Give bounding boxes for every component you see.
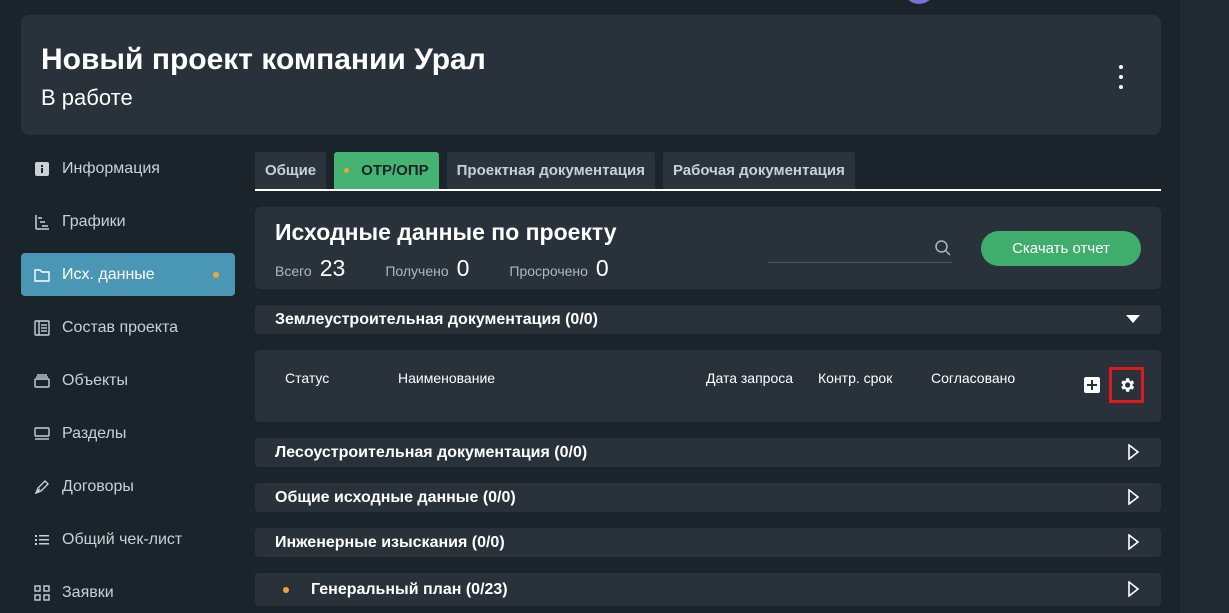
- plus-square-icon[interactable]: [1084, 377, 1100, 393]
- pen-icon: [34, 479, 50, 495]
- tab-project-docs[interactable]: Проектная документация: [446, 152, 655, 189]
- layers-icon: [34, 373, 50, 389]
- sidebar-item-label: Разделы: [62, 424, 127, 442]
- summary-title: Исходные данные по проекту: [275, 219, 617, 245]
- folder-icon: [34, 267, 50, 283]
- sidebar-item-objects[interactable]: Объекты: [21, 359, 235, 402]
- documents-table: Статус Наименование Дата запроса Контр. …: [255, 350, 1161, 422]
- caret-right-icon[interactable]: [1125, 580, 1141, 598]
- status-dot: [283, 586, 289, 593]
- section-land-docs[interactable]: Землеустроительная документация (0/0): [255, 305, 1161, 334]
- column-header-request-date: Дата запроса: [706, 370, 794, 386]
- info-icon: [34, 161, 50, 177]
- grid-icon: [34, 584, 50, 601]
- sidebar-item-label: Информация: [62, 159, 160, 177]
- column-header-status: Статус: [285, 370, 330, 386]
- section-title: Лесоустроительная документация (0/0): [275, 443, 588, 461]
- gear-icon[interactable]: [1109, 367, 1144, 403]
- stats-row: Всего 23 Получено 0 Просрочено 0: [275, 255, 649, 282]
- section-master-plan[interactable]: Генеральный план (0/23): [255, 573, 1161, 606]
- sidebar-item-label: Заявки: [62, 583, 114, 601]
- project-title: Новый проект компании Урал: [41, 43, 486, 76]
- sidebar-item-checklist[interactable]: Общий чек-лист: [21, 518, 235, 561]
- tab-working-docs[interactable]: Рабочая документация: [662, 152, 855, 189]
- tab-label: Общие: [265, 162, 317, 179]
- received-label: Получено: [385, 263, 449, 279]
- tab-general[interactable]: Общие: [255, 152, 327, 189]
- sidebar-item-label: Состав проекта: [62, 318, 179, 336]
- kebab-menu-icon[interactable]: [1113, 65, 1129, 89]
- sections-icon: [34, 426, 50, 442]
- sidebar-item-source-data[interactable]: Исх. данные: [21, 253, 235, 296]
- section-forest-docs[interactable]: Лесоустроительная документация (0/0): [255, 438, 1161, 467]
- caret-down-icon[interactable]: [1125, 311, 1141, 327]
- column-header-name: Наименование: [398, 370, 496, 386]
- caret-right-icon[interactable]: [1125, 488, 1141, 506]
- sidebar-item-label: Общий чек-лист: [62, 530, 183, 548]
- section-engineering-surveys[interactable]: Инженерные изыскания (0/0): [255, 528, 1161, 557]
- summary-card: Исходные данные по проекту Всего 23 Полу…: [255, 207, 1161, 289]
- sidebar-item-project-composition[interactable]: Состав проекта: [21, 306, 235, 349]
- tab-bar: Общие ОТР/ОПР Проектная документация Раб…: [255, 152, 1161, 191]
- section-general-source-data[interactable]: Общие исходные данные (0/0): [255, 483, 1161, 512]
- sidebar-item-label: Объекты: [62, 371, 128, 389]
- project-status: В работе: [41, 85, 133, 110]
- project-header: Новый проект компании Урал В работе: [21, 15, 1161, 135]
- download-report-button[interactable]: Скачать отчет: [981, 231, 1141, 266]
- right-panel-strip: [1180, 0, 1229, 613]
- tab-label: ОТР/ОПР: [361, 162, 429, 179]
- tab-label: Рабочая документация: [672, 162, 845, 179]
- section-title: Инженерные изыскания (0/0): [275, 533, 505, 551]
- sidebar-item-requests[interactable]: Заявки: [21, 571, 235, 613]
- received-value: 0: [456, 255, 470, 281]
- notification-dot: [213, 272, 219, 278]
- tab-dot: [344, 168, 350, 173]
- sidebar-item-label: Исх. данные: [62, 265, 155, 283]
- section-title: Землеустроительная документация (0/0): [275, 310, 598, 328]
- tab-otr-opr[interactable]: ОТР/ОПР: [334, 152, 439, 189]
- book-icon: [34, 319, 50, 336]
- section-title: Общие исходные данные (0/0): [275, 488, 516, 506]
- sidebar-item-info[interactable]: Информация: [21, 147, 235, 190]
- overdue-label: Просрочено: [509, 263, 588, 279]
- section-title: Генеральный план (0/23): [311, 580, 508, 598]
- sidebar-item-sections[interactable]: Разделы: [21, 412, 235, 455]
- search-input[interactable]: [768, 235, 928, 262]
- sidebar-item-contracts[interactable]: Договоры: [21, 465, 235, 508]
- overdue-value: 0: [595, 255, 609, 281]
- caret-right-icon[interactable]: [1125, 533, 1141, 551]
- total-label: Всего: [275, 263, 312, 279]
- total-value: 23: [319, 255, 346, 281]
- sidebar-item-charts[interactable]: Графики: [21, 200, 235, 243]
- sidebar-nav: Информация Графики Исх. данные Состав пр…: [21, 147, 235, 613]
- gantt-chart-icon: [34, 214, 50, 230]
- search-box: [768, 235, 952, 263]
- sidebar-item-label: Договоры: [62, 477, 134, 495]
- column-header-approved: Согласовано: [931, 370, 1016, 386]
- tab-label: Проектная документация: [456, 162, 645, 179]
- search-icon[interactable]: [934, 239, 952, 257]
- checklist-icon: [34, 532, 50, 548]
- user-avatar[interactable]: [903, 0, 935, 4]
- sidebar-item-label: Графики: [62, 212, 126, 230]
- column-header-deadline: Контр. срок: [818, 370, 893, 386]
- caret-right-icon[interactable]: [1125, 443, 1141, 461]
